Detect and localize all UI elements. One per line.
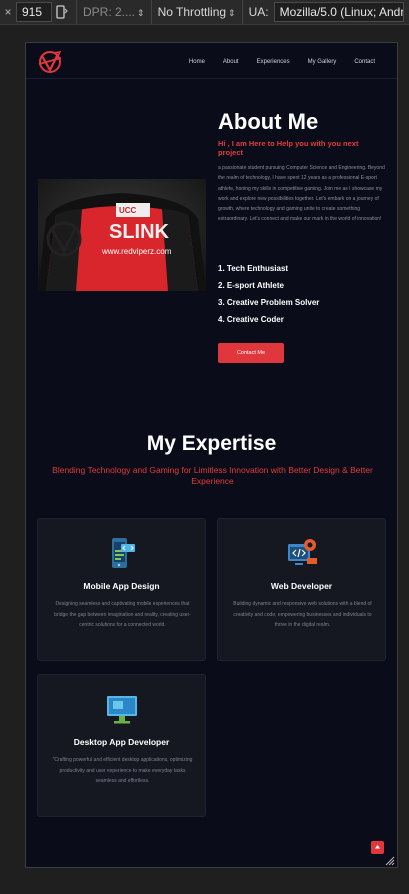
scroll-to-top-button[interactable] [371, 841, 384, 854]
resize-handle-icon[interactable] [383, 854, 395, 866]
expertise-card-desktop: Desktop App Developer "Crafting powerful… [37, 674, 206, 817]
expertise-card-mobile: Mobile App Design Designing seamless and… [37, 518, 206, 661]
divider [150, 0, 152, 24]
skill-item: 2. E-sport Athlete [218, 281, 284, 290]
viper-logo-icon[interactable] [37, 49, 63, 75]
about-photo: UCC SLINK www.redviperz.com [38, 179, 206, 291]
nav-link-contact[interactable]: Contact [354, 59, 375, 65]
chevron-down-icon: ⇕ [228, 8, 236, 18]
navbar: Home About Experiences My Gallery Contac… [26, 43, 397, 79]
nav-links: Home About Experiences My Gallery Contac… [171, 59, 375, 65]
nav-link-gallery[interactable]: My Gallery [308, 59, 337, 65]
arrow-up-icon [375, 845, 380, 849]
card-title: Mobile App Design [83, 581, 160, 591]
skill-item: 4. Creative Coder [218, 315, 284, 324]
about-paragraph: a passionate student pursuing Computer S… [218, 165, 385, 223]
photo-url: www.redviperz.com [102, 247, 172, 256]
desktop-monitor-icon [106, 696, 137, 724]
nav-link-about[interactable]: About [223, 59, 239, 65]
skills-list: 1. Tech Enthusiast 2. E-sport Athlete 3.… [218, 264, 319, 332]
nav-link-experiences[interactable]: Experiences [257, 59, 290, 65]
close-icon[interactable]: × [0, 5, 16, 19]
divider [241, 0, 243, 24]
rotate-icon[interactable] [52, 3, 70, 21]
width-input[interactable]: 915 [16, 2, 52, 22]
mobile-app-icon [111, 538, 135, 568]
throttling-select[interactable]: No Throttling ⇕ [158, 5, 236, 19]
card-title: Desktop App Developer [73, 737, 170, 747]
nav-link-home[interactable]: Home [189, 59, 205, 65]
web-developer-icon [287, 539, 317, 565]
device-viewport: Home About Experiences My Gallery Contac… [25, 42, 398, 868]
contact-me-button[interactable]: Contact Me [218, 343, 284, 363]
skill-item: 1. Tech Enthusiast [218, 264, 289, 273]
throttling-label: No Throttling [157, 5, 227, 19]
dpr-select[interactable]: DPR: 2.... ⇕ [83, 5, 145, 19]
about-subtitle: Hi , I am Here to Help you with you next… [218, 139, 359, 157]
card-description: "Crafting powerful and efficient desktop… [52, 757, 193, 784]
devtools-toolbar: × 915 DPR: 2.... ⇕ No Throttling ⇕ UA: Moz… [0, 0, 409, 25]
card-description: Designing seamless and captivating mobil… [54, 601, 191, 628]
ua-label: UA: [248, 5, 269, 19]
about-title: About Me [218, 109, 319, 134]
expertise-subtitle: Blending Technology and Gaming for Limit… [52, 465, 373, 486]
photo-badge: UCC [119, 206, 137, 215]
skill-item: 3. Creative Problem Solver [218, 298, 320, 307]
dpr-label: DPR: 2.... [83, 5, 136, 19]
photo-name: SLINK [109, 221, 169, 243]
card-title: Web Developer [270, 581, 333, 591]
chevron-down-icon: ⇕ [137, 8, 145, 18]
divider [76, 0, 77, 24]
card-description: Building dynamic and responsive web solu… [233, 601, 372, 628]
expertise-title: My Expertise [146, 432, 277, 455]
expertise-card-web: Web Developer Building dynamic and respo… [217, 518, 386, 661]
ua-input[interactable]: Mozilla/5.0 (Linux; Andro [273, 2, 404, 22]
